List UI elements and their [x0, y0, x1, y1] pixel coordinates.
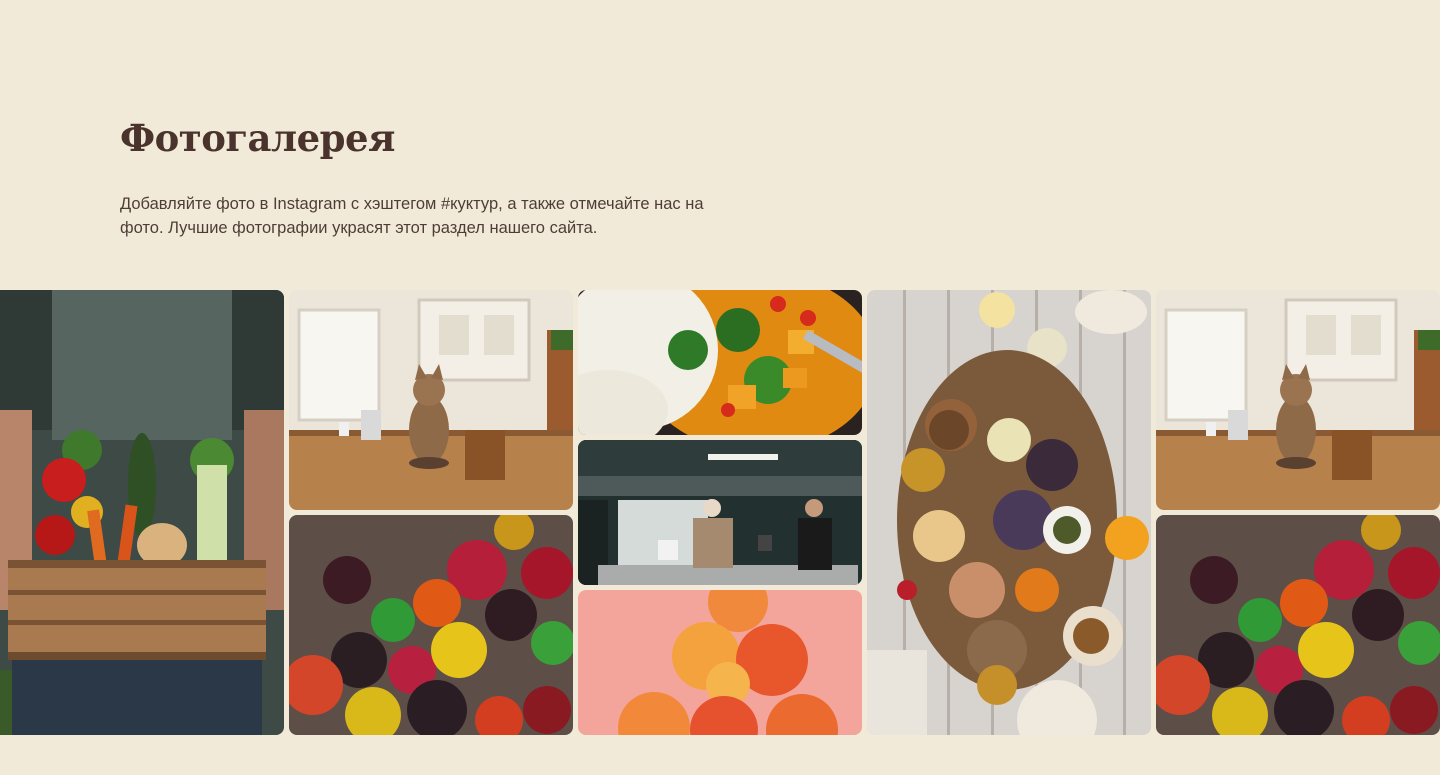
- photo-restaurant-kitchen[interactable]: [578, 440, 862, 585]
- photo-peaches[interactable]: [578, 590, 862, 735]
- gallery-title: Фотогалерея: [120, 116, 395, 160]
- gallery-description: Добавляйте фото в Instagram с хэштегом #…: [120, 195, 704, 237]
- photo-grazing-table[interactable]: [867, 290, 1151, 735]
- photo-tomatoes[interactable]: [289, 515, 573, 735]
- photo-rice-curry[interactable]: [578, 290, 862, 435]
- photo-tomatoes-2[interactable]: [1156, 515, 1440, 735]
- photo-vegetable-crate[interactable]: [0, 290, 284, 735]
- photo-cat-kitchen[interactable]: [289, 290, 573, 510]
- photo-cat-kitchen-2[interactable]: [1156, 290, 1440, 510]
